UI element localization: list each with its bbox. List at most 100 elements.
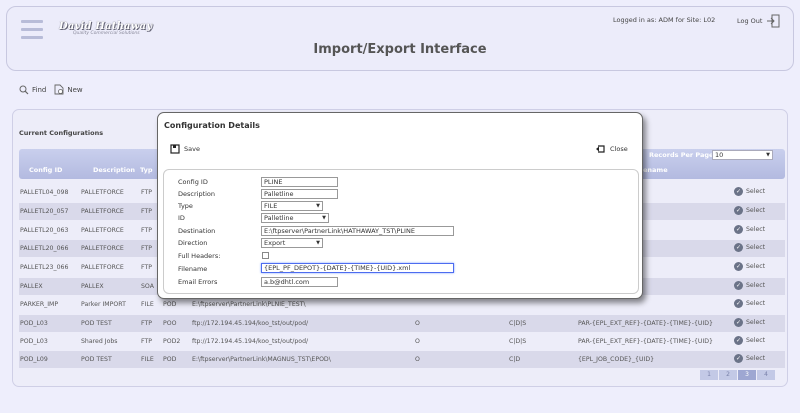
full-headers-label: Full Headers: <box>178 252 221 260</box>
email-errors-label: Email Errors <box>178 278 218 286</box>
cell-config-id: PALLEX <box>20 283 43 290</box>
cell-config-id: PALLETL04_098 <box>20 189 69 196</box>
search-icon <box>19 85 29 94</box>
toolbar: Find New <box>19 84 83 95</box>
table-row[interactable]: POD_L09 POD TEST FILE POD E:\ftpserver\P… <box>19 351 785 368</box>
select-label: Select <box>746 355 766 362</box>
config-id-label: Config ID <box>178 178 208 186</box>
select-button[interactable]: ✓ Select <box>734 318 765 327</box>
cell-o: O <box>415 320 420 327</box>
description-label: Description <box>178 190 216 198</box>
logout-icon <box>767 14 780 28</box>
select-button[interactable]: ✓ Select <box>734 262 765 271</box>
cell-config-id: POD_L09 <box>20 356 48 363</box>
records-per-page-select[interactable]: 10 <box>712 150 773 160</box>
page-title: Import/Export Interface <box>313 42 487 57</box>
page-2-button[interactable]: 2 <box>719 370 737 380</box>
new-label: New <box>67 85 83 94</box>
cell-config-id: PALLETL20_063 <box>20 227 69 234</box>
cell-flags: C|D|S <box>509 320 527 327</box>
dialog-title: Configuration Details <box>164 121 260 130</box>
cell-description: Parker IMPORT <box>81 301 126 308</box>
cell-description: PALLETFORCE <box>81 245 124 252</box>
cell-description: PALLETFORCE <box>81 264 124 271</box>
close-button[interactable]: Close <box>595 144 628 154</box>
select-label: Select <box>746 337 766 344</box>
col-description[interactable]: Description <box>93 166 135 174</box>
col-type[interactable]: Typ <box>140 166 153 174</box>
close-icon <box>596 145 605 153</box>
save-button[interactable]: Save <box>170 144 200 154</box>
cell-filename: PAR-{EPL_EXT_REF}-{DATE}-{TIME}-{UID} <box>578 320 713 327</box>
new-document-icon <box>54 84 64 95</box>
check-icon: ✓ <box>734 299 743 308</box>
cell-filename: {EPL_JOB_CODE}_{UID} <box>578 356 655 363</box>
cell-description: PALLEX <box>81 283 104 290</box>
check-icon: ✓ <box>734 187 743 196</box>
select-label: Select <box>746 226 766 233</box>
check-icon: ✓ <box>734 281 743 290</box>
check-icon: ✓ <box>734 225 743 234</box>
select-button[interactable]: ✓ Select <box>734 299 765 308</box>
direction-select[interactable]: Export <box>261 238 323 248</box>
cell-type: FTP <box>141 264 152 271</box>
cell-destination: E:\ftpserver\PartnerLink\MAGNUS_TST\EPOD… <box>192 356 331 363</box>
cell-filename: PAR-{EPL_EXT_REF}-{DATE}-{TIME}-{UID} <box>578 338 713 345</box>
email-errors-input[interactable]: a.b@dhtl.com <box>261 277 338 287</box>
menu-icon[interactable] <box>21 20 43 39</box>
select-button[interactable]: ✓ Select <box>734 206 765 215</box>
cell-config-id: POD_L03 <box>20 320 48 327</box>
cell-flags: C|D <box>509 356 521 363</box>
col-config-id[interactable]: Config ID <box>29 166 62 174</box>
new-button[interactable]: New <box>54 84 83 95</box>
pagination: 1 2 3 4 <box>700 370 775 380</box>
config-id-input[interactable]: PLINE <box>261 177 338 187</box>
cell-interface: POD2 <box>163 338 181 345</box>
find-label: Find <box>32 85 47 94</box>
find-button[interactable]: Find <box>19 85 46 95</box>
login-info: Logged in as: ADM for Site: L02 <box>613 16 716 24</box>
select-button[interactable]: ✓ Select <box>734 281 765 290</box>
filename-label: Filename <box>178 265 208 273</box>
select-button[interactable]: ✓ Select <box>734 354 765 363</box>
filename-input[interactable]: {EPL_PF_DEPOT}-{DATE}-{TIME}-{UID}.xml <box>261 263 454 273</box>
destination-label: Destination <box>178 227 216 235</box>
select-button[interactable]: ✓ Select <box>734 336 765 345</box>
select-label: Select <box>746 244 766 251</box>
section-title: Current Configurations <box>19 129 104 137</box>
select-button[interactable]: ✓ Select <box>734 225 765 234</box>
table-row[interactable]: POD_L03 POD TEST FTP POO ftp://172.194.4… <box>19 315 785 332</box>
select-label: Select <box>746 300 766 307</box>
check-icon: ✓ <box>734 206 743 215</box>
description-input[interactable]: Palletline <box>261 189 338 199</box>
cell-o: O <box>415 338 420 345</box>
cell-type: FTP <box>141 338 152 345</box>
select-button[interactable]: ✓ Select <box>734 243 765 252</box>
check-icon: ✓ <box>734 354 743 363</box>
type-select[interactable]: FILE <box>261 201 323 211</box>
cell-config-id: PALLETL20_066 <box>20 245 69 252</box>
select-button[interactable]: ✓ Select <box>734 187 765 196</box>
configuration-details-dialog: Configuration Details Save Close Config … <box>157 112 643 299</box>
page-3-button[interactable]: 3 <box>738 370 756 380</box>
save-icon <box>170 144 180 154</box>
cell-type: FILE <box>141 356 154 363</box>
save-label: Save <box>184 145 200 153</box>
cell-description: Shared Jobs <box>81 338 118 345</box>
full-headers-checkbox[interactable] <box>262 252 269 259</box>
id-select[interactable]: Palletline <box>261 213 329 223</box>
page-1-button[interactable]: 1 <box>700 370 718 380</box>
cell-description: PALLETFORCE <box>81 208 124 215</box>
cell-description: POD TEST <box>81 356 112 363</box>
table-row[interactable]: POD_L03 Shared Jobs FTP POD2 ftp://172.1… <box>19 333 785 350</box>
cell-config-id: PALLETL23_066 <box>20 264 69 271</box>
logout-button[interactable]: Log Out <box>737 14 780 28</box>
id-label: ID <box>178 214 185 222</box>
cell-interface: POD <box>163 301 177 308</box>
destination-input[interactable]: E:\ftpserver\PartnerLink\HATHAWAY_TST\PL… <box>261 226 454 236</box>
page-4-button[interactable]: 4 <box>757 370 775 380</box>
cell-config-id: POD_L03 <box>20 338 48 345</box>
col-filename[interactable]: ename <box>643 166 668 174</box>
select-label: Select <box>746 319 766 326</box>
cell-destination: ftp://172.194.45.194/koo_tst/out/pod/ <box>192 338 309 345</box>
